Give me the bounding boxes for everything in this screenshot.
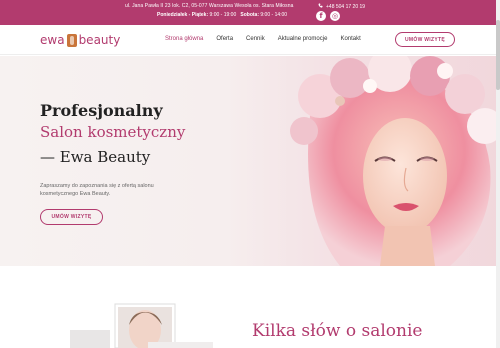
- address-text: ul. Jana Pawła II 23 lok. C2, 05-077 War…: [125, 3, 294, 9]
- nav-item-pricing[interactable]: Cennik: [246, 36, 265, 42]
- page-scrollbar[interactable]: [496, 0, 500, 348]
- hero-title-line3: — Ewa Beauty: [40, 148, 151, 166]
- nav-item-offer[interactable]: Oferta: [216, 36, 233, 42]
- hero-woman-flowers-image: [290, 56, 500, 266]
- hours-weekdays: 9:00 - 19:00: [209, 12, 237, 18]
- logo-mark-icon: [66, 33, 77, 47]
- nav-item-contact[interactable]: Kontakt: [340, 36, 360, 42]
- hero-description: Zapraszamy do zapoznania się z ofertą sa…: [40, 183, 154, 197]
- main-navigation: ewa beauty Strona główna Oferta Cennik A…: [0, 25, 500, 55]
- social-links: f ◎: [316, 11, 340, 21]
- instagram-icon[interactable]: ◎: [330, 11, 340, 21]
- about-section-title: Kilka słów o salonie: [252, 321, 423, 341]
- phone-link[interactable]: +48 504 17 20 19: [318, 3, 365, 10]
- book-visit-button-hero[interactable]: UMÓW WIZYTĘ: [40, 209, 103, 225]
- nav-item-promotions[interactable]: Aktualne promocje: [278, 36, 328, 42]
- salon-photos-collage: [70, 303, 213, 348]
- phone-icon: [318, 3, 323, 10]
- nav-item-home[interactable]: Strona główna: [165, 36, 203, 42]
- hours-saturday-label: Sobota:: [240, 12, 259, 18]
- scrollbar-thumb[interactable]: [496, 20, 500, 90]
- hero-section: Profesjonalny Salon kosmetyczny — Ewa Be…: [0, 56, 500, 266]
- hours-weekdays-label: Poniedziałek - Piątek:: [157, 12, 209, 18]
- book-visit-button-nav[interactable]: UMÓW WIZYTĘ: [395, 32, 455, 47]
- top-info-bar: ul. Jana Pawła II 23 lok. C2, 05-077 War…: [0, 0, 500, 25]
- logo[interactable]: ewa beauty: [40, 33, 120, 47]
- logo-text-left: ewa: [40, 33, 65, 47]
- logo-text-right: beauty: [78, 33, 121, 47]
- opening-hours: Poniedziałek - Piątek: 9:00 - 19:00 Sobo…: [157, 12, 287, 18]
- hours-saturday: 9:00 - 14:00: [260, 12, 288, 18]
- nav-menu: Strona główna Oferta Cennik Aktualne pro…: [165, 36, 361, 42]
- hero-title-line1: Profesjonalny: [40, 101, 163, 120]
- facebook-icon[interactable]: f: [316, 11, 326, 21]
- phone-number: +48 504 17 20 19: [326, 3, 366, 10]
- hero-title-line2: Salon kosmetyczny: [40, 123, 186, 141]
